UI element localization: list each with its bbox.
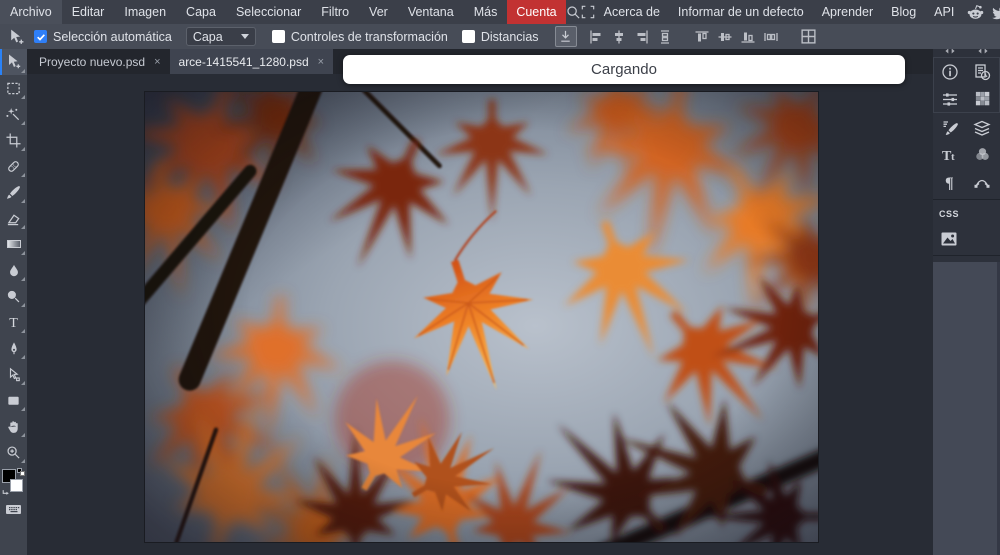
svg-text:t: t	[951, 151, 955, 163]
fullscreen-icon[interactable]	[581, 0, 595, 24]
auto-select-checkbox[interactable]	[34, 30, 47, 43]
character-panel-icon[interactable]: Tt	[934, 141, 966, 168]
tool-zoom[interactable]	[0, 439, 27, 465]
tool-spot-healing[interactable]	[0, 153, 27, 179]
menu-cuenta[interactable]: Cuenta	[507, 0, 566, 24]
menu-ventana[interactable]: Ventana	[398, 0, 464, 24]
search-icon[interactable]	[566, 0, 581, 24]
distribute-horizontal-icon[interactable]	[762, 26, 781, 47]
transform-controls-label: Controles de transformación	[290, 29, 448, 44]
twitter-icon[interactable]	[987, 0, 1000, 24]
tool-dodge[interactable]	[0, 283, 27, 309]
auto-select-label: Selección automática	[53, 29, 172, 44]
menu-editar[interactable]: Editar	[62, 0, 115, 24]
align-left-icon[interactable]	[587, 26, 606, 47]
chevron-down-icon	[240, 34, 249, 43]
collapsed-panel-area	[933, 262, 997, 555]
menu-api[interactable]: API	[925, 0, 963, 24]
move-tool-options-icon	[4, 26, 28, 48]
tool-gradient[interactable]	[0, 231, 27, 257]
align-v-center-icon[interactable]	[716, 26, 735, 47]
tool-direct-select[interactable]	[0, 361, 27, 387]
options-bar: Selección automática Capa Controles de t…	[0, 24, 1000, 49]
menu-aprender[interactable]: Aprender	[813, 0, 882, 24]
menu-seleccionar[interactable]: Seleccionar	[226, 0, 311, 24]
css-panel-icon[interactable]: CSS	[933, 203, 965, 225]
menu-blog[interactable]: Blog	[882, 0, 925, 24]
close-icon[interactable]: ×	[154, 56, 160, 68]
menu-imagen[interactable]: Imagen	[114, 0, 176, 24]
loading-toast: Cargando	[343, 55, 905, 84]
info-panel-icon[interactable]	[934, 58, 966, 85]
align-top-icon[interactable]	[693, 26, 712, 47]
reddit-icon[interactable]	[963, 0, 987, 24]
tool-rectangle-select[interactable]	[0, 75, 27, 101]
distribute-vertical-icon[interactable]	[656, 26, 675, 47]
history-panel-icon[interactable]	[966, 58, 998, 85]
svg-text:T: T	[9, 315, 18, 330]
align-h-center-icon[interactable]	[610, 26, 629, 47]
photo-maple-leaves	[145, 92, 818, 542]
distances-checkbox[interactable]	[461, 30, 475, 43]
background-color-swatch[interactable]	[10, 479, 23, 492]
tool-brush[interactable]	[0, 179, 27, 205]
menu-capa[interactable]: Capa	[176, 0, 226, 24]
transform-controls-checkbox[interactable]	[271, 30, 285, 43]
menu-mas[interactable]: Más	[464, 0, 508, 24]
tab-label: arce-1415541_1280.psd	[178, 54, 309, 69]
distances-label: Distancias	[480, 29, 539, 44]
tool-move[interactable]	[0, 49, 27, 75]
color-swatches[interactable]	[0, 467, 27, 499]
tab-proyecto-nuevo[interactable]: Proyecto nuevo.psd ×	[30, 49, 170, 74]
paragraph-panel-icon[interactable]: ¶	[934, 168, 966, 195]
tool-rectangle-shape[interactable]	[0, 387, 27, 413]
tool-hand[interactable]	[0, 413, 27, 439]
keyboard-toggle-icon[interactable]	[6, 505, 21, 514]
menubar-right: Acerca de Informar de un defecto Aprende…	[595, 0, 1000, 24]
menu-filtro[interactable]: Filtro	[311, 0, 359, 24]
target-select[interactable]: Capa	[185, 27, 256, 46]
channels-panel-icon[interactable]	[966, 141, 998, 168]
menu-informar-defecto[interactable]: Informar de un defecto	[669, 0, 813, 24]
adjustments-panel-icon[interactable]	[934, 85, 966, 112]
paths-panel-icon[interactable]	[966, 168, 998, 195]
toolbar: T	[0, 49, 27, 555]
svg-text:¶: ¶	[945, 175, 954, 191]
tool-pen[interactable]	[0, 335, 27, 361]
close-icon[interactable]: ×	[318, 56, 324, 68]
place-image-icon[interactable]	[554, 26, 577, 47]
tool-eraser[interactable]	[0, 205, 27, 231]
right-sidebar: Tt ¶ CSS	[933, 45, 1000, 555]
grid-layout-icon[interactable]	[799, 26, 818, 47]
tool-magic-wand[interactable]	[0, 101, 27, 127]
image-panel-icon[interactable]	[933, 225, 965, 252]
layers-panel-icon[interactable]	[966, 114, 998, 141]
tool-blur[interactable]	[0, 257, 27, 283]
menu-ver[interactable]: Ver	[359, 0, 398, 24]
canvas-document[interactable]	[145, 92, 818, 542]
menu-archivo[interactable]: Archivo	[0, 0, 62, 24]
loading-text: Cargando	[591, 61, 657, 78]
brush-settings-panel-icon[interactable]	[934, 114, 966, 141]
tool-crop[interactable]	[0, 127, 27, 153]
tool-type[interactable]: T	[0, 309, 27, 335]
swap-colors-icon[interactable]	[2, 486, 10, 500]
swatches-panel-icon[interactable]	[966, 85, 998, 112]
tab-arce-1415541[interactable]: arce-1415541_1280.psd ×	[169, 49, 334, 74]
menubar: Archivo Editar Imagen Capa Seleccionar F…	[0, 0, 1000, 24]
tab-label: Proyecto nuevo.psd	[39, 54, 146, 69]
align-bottom-icon[interactable]	[739, 26, 758, 47]
target-select-value: Capa	[192, 29, 223, 44]
align-right-icon[interactable]	[633, 26, 652, 47]
menu-acerca-de[interactable]: Acerca de	[595, 0, 669, 24]
